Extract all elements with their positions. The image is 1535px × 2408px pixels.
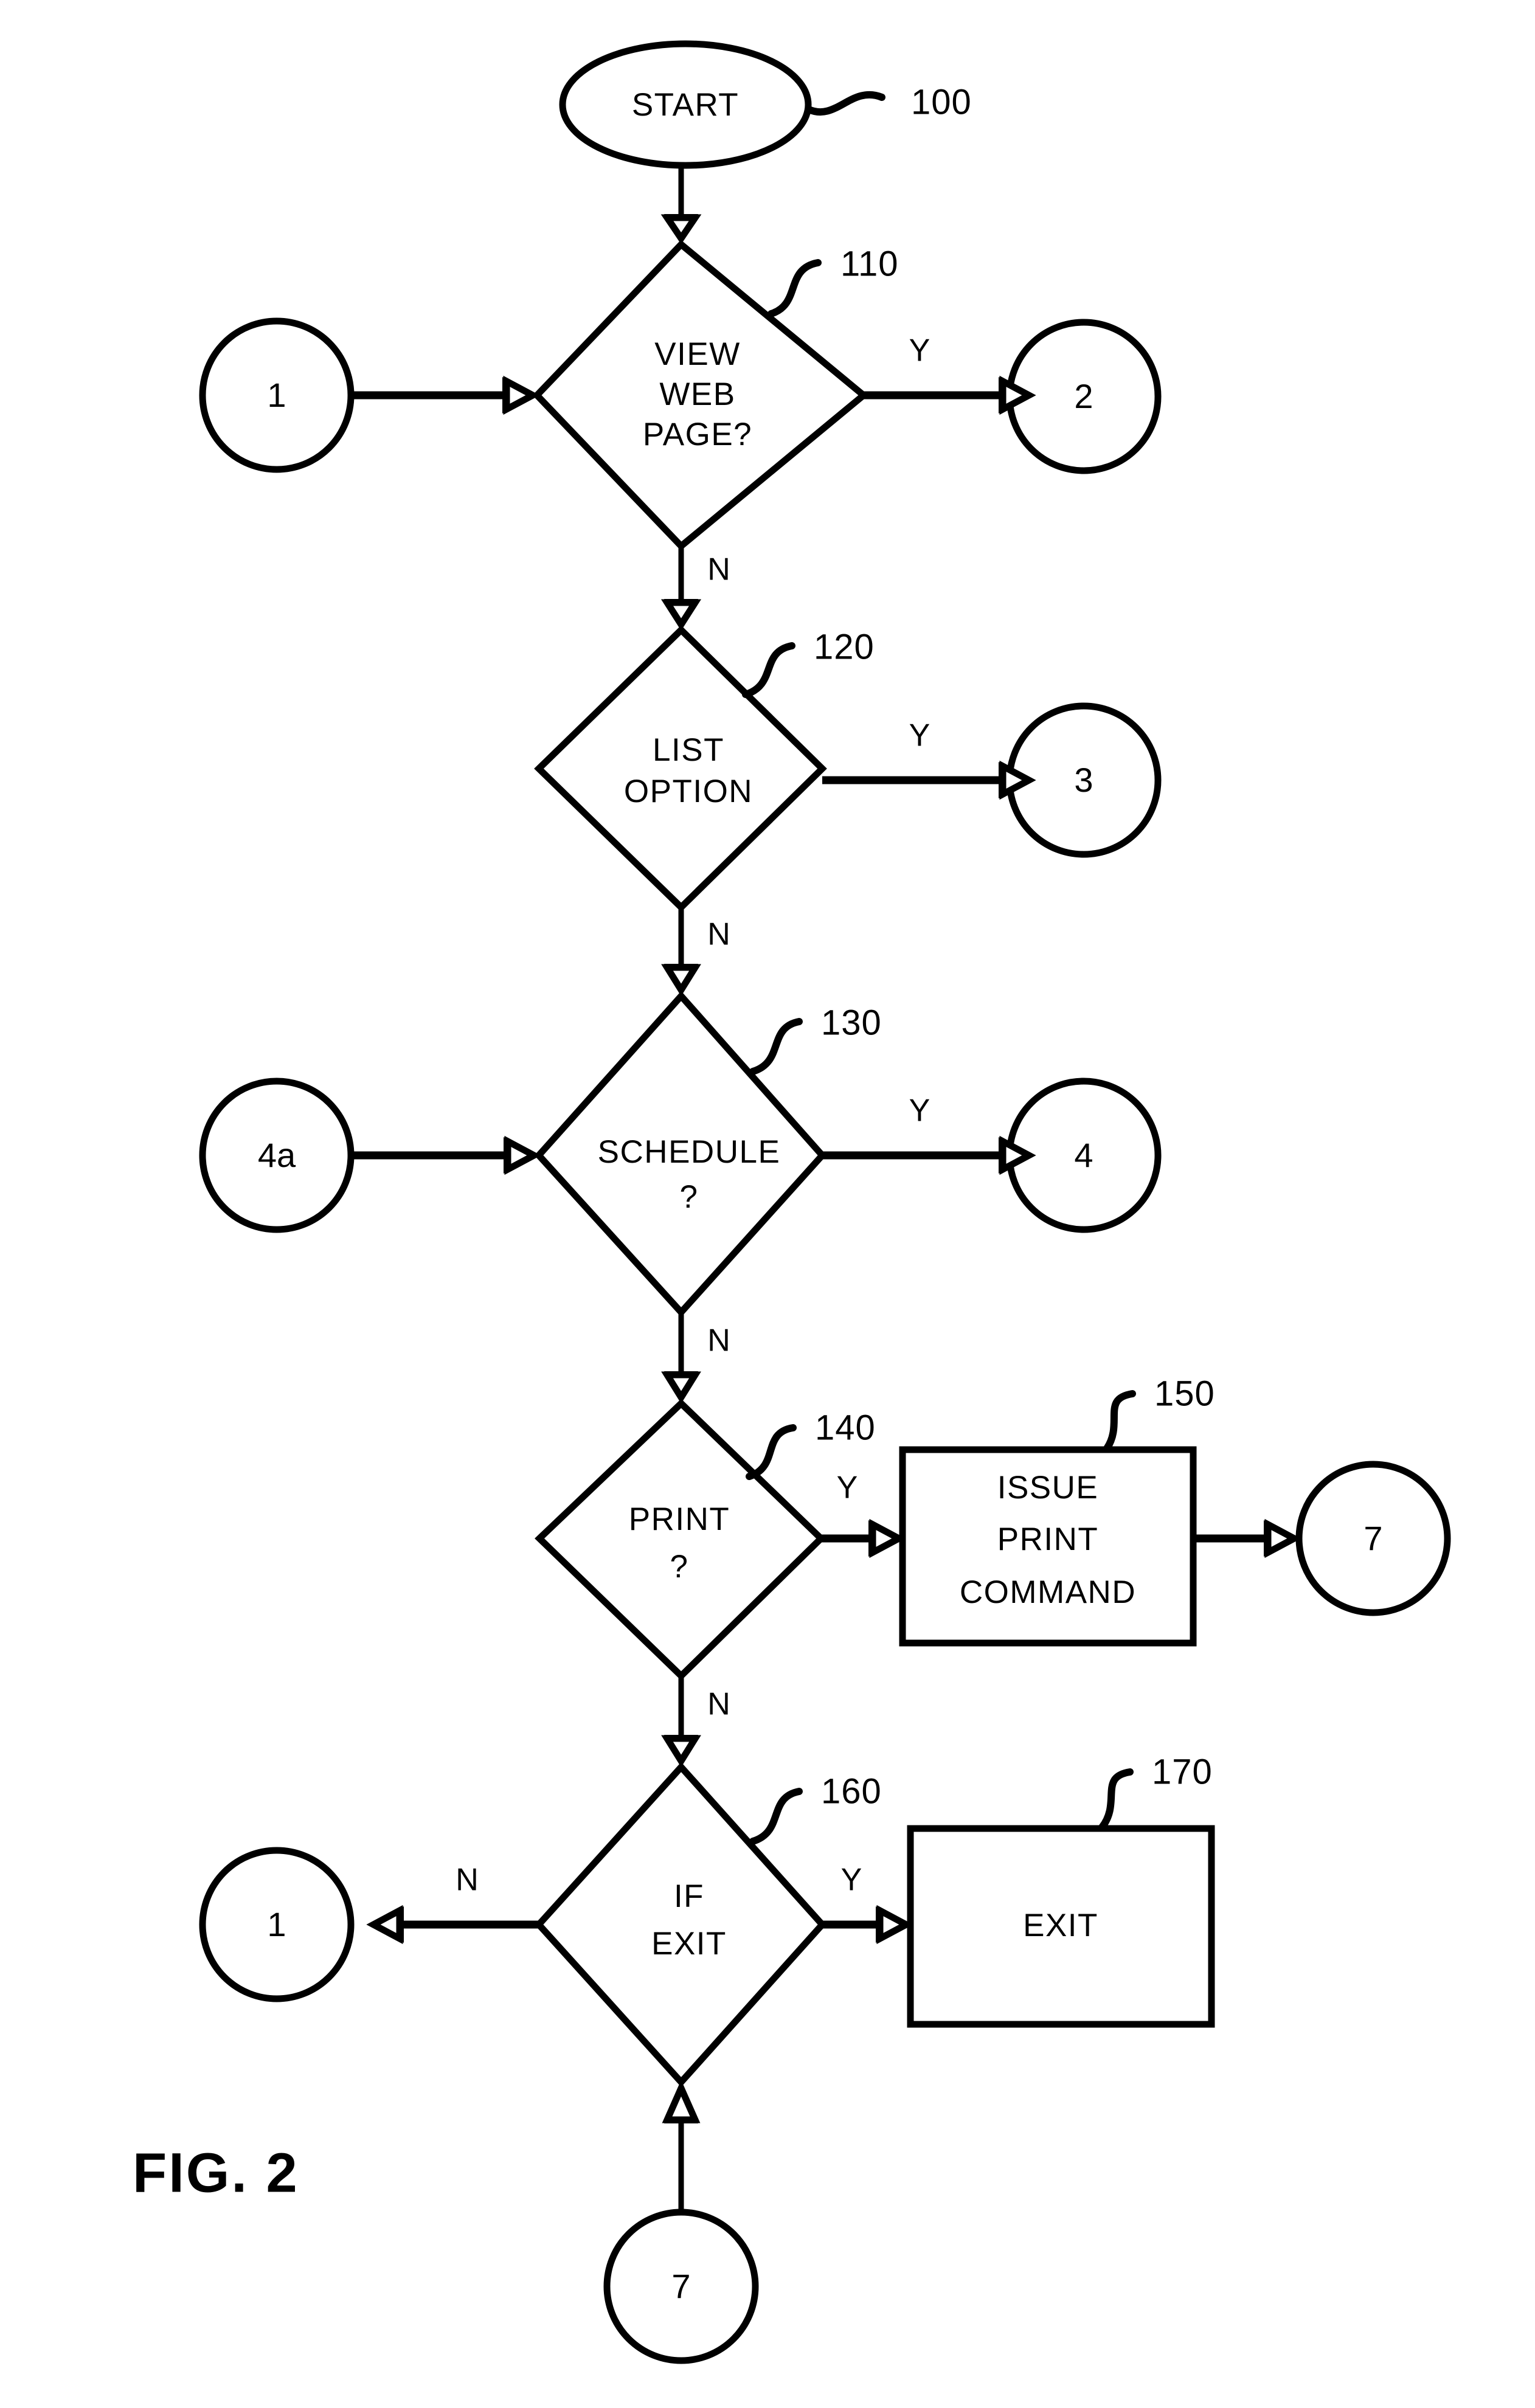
print-diamond <box>535 1399 826 1681</box>
edge-4a-to-schedule <box>352 1135 541 1175</box>
connector-in-4a: 4a <box>199 1078 355 1233</box>
connector-circle-1-top-label: 1 <box>267 376 286 414</box>
exit-label: EXIT <box>1023 1908 1098 1943</box>
ref-number-170: 170 <box>1152 1752 1213 1791</box>
arrowhead-inner <box>660 214 702 244</box>
edge-print-yes-to-issue: Y <box>821 1470 906 1559</box>
schedule-label-line2: ? <box>680 1179 699 1215</box>
arrowhead-inner <box>1264 1518 1301 1559</box>
node-exit: EXIT 170 <box>907 1752 1215 2028</box>
connector-in-1-top: 1 <box>199 317 355 473</box>
issue-print-command-label-line2: PRINT <box>997 1521 1099 1557</box>
node-list-option: LIST OPTION 120 <box>534 625 875 912</box>
print-label-line1: PRINT <box>629 1501 730 1537</box>
arrowhead-inner <box>999 1135 1036 1175</box>
issue-print-command-label-line1: ISSUE <box>997 1470 1099 1506</box>
ref-number-110: 110 <box>840 244 898 283</box>
node-view-web-page: VIEW WEB PAGE? 110 <box>532 240 898 551</box>
list-option-diamond <box>534 625 827 912</box>
connector-out-7-right: 7 <box>1295 1461 1451 1616</box>
edge-view-yes-to-2: Y <box>864 333 1036 415</box>
arrowhead-inner <box>504 1135 541 1175</box>
edge-7-to-ifexit <box>662 2080 701 2212</box>
leader-line-160 <box>749 1788 803 1845</box>
edge-start-to-view <box>660 165 702 244</box>
edge-print-no-to-ifexit: N <box>661 1676 730 1768</box>
connector-circle-7-bottom-label: 7 <box>671 2267 690 2305</box>
if-exit-label-line1: IF <box>674 1878 704 1914</box>
ref-number-120: 120 <box>814 627 875 666</box>
branch-label-ifexit-no: N <box>456 1863 479 1898</box>
connector-circle-1-bottom-label: 1 <box>267 1905 286 1943</box>
list-option-label-line2: OPTION <box>624 773 753 809</box>
edge-schedule-yes-to-4: Y <box>822 1093 1036 1175</box>
leader-line-110 <box>768 259 822 317</box>
edge-issue-to-7 <box>1193 1518 1301 1559</box>
connector-circle-4-label: 4 <box>1074 1136 1093 1174</box>
ref-number-130: 130 <box>821 1003 882 1042</box>
if-exit-label-line2: EXIT <box>651 1926 727 1962</box>
edge-view-no-to-list: N <box>660 546 730 631</box>
branch-label-ifexit-yes: Y <box>841 1863 862 1898</box>
branch-label-view-no: N <box>707 552 730 587</box>
edge-list-no-to-schedule: N <box>661 907 730 997</box>
branch-label-print-yes: Y <box>837 1470 858 1506</box>
patent-figure-page: START 100 VIEW WEB PAGE? 110 1 2 Y N LIS… <box>0 0 1535 2408</box>
schedule-label-line1: SCHEDULE <box>598 1134 781 1170</box>
branch-label-list-no: N <box>707 917 730 952</box>
arrowhead-inner <box>503 375 540 415</box>
arrowhead-inner <box>661 1735 701 1768</box>
leader-line-170 <box>1098 1768 1134 1831</box>
branch-label-schedule-no: N <box>707 1323 730 1358</box>
arrowhead-inner <box>366 1905 403 1945</box>
ref-number-150: 150 <box>1154 1374 1215 1413</box>
edge-1-to-view <box>352 375 540 415</box>
connector-circle-3-label: 3 <box>1074 761 1093 799</box>
branch-label-schedule-yes: Y <box>909 1093 930 1129</box>
ref-number-100: 100 <box>911 82 972 122</box>
print-label-line2: ? <box>670 1549 689 1585</box>
arrowhead-inner <box>999 375 1036 415</box>
leader-line-120 <box>742 642 795 698</box>
leader-line-140 <box>746 1424 797 1480</box>
start-label: START <box>632 87 739 123</box>
arrowhead-inner <box>661 1371 701 1404</box>
arrowhead-inner <box>869 1518 906 1559</box>
arrowhead-inner <box>999 760 1036 800</box>
edge-ifexit-yes-to-exit: Y <box>822 1863 913 1945</box>
arrowhead-inner <box>661 964 701 997</box>
issue-print-command-label-line3: COMMAND <box>960 1574 1136 1610</box>
connector-circle-2-label: 2 <box>1074 377 1093 415</box>
branch-label-view-yes: Y <box>909 333 930 368</box>
leader-line-100 <box>805 91 885 116</box>
connector-in-1-bottom: 1 <box>199 1847 355 2002</box>
view-web-page-label-line2: WEB <box>659 376 735 412</box>
arrowhead-inner <box>876 1905 913 1945</box>
edge-ifexit-no-to-1: N <box>366 1863 539 1945</box>
edge-list-yes-to-3: Y <box>822 718 1036 800</box>
list-option-label-line1: LIST <box>653 732 724 768</box>
ref-number-160: 160 <box>821 1771 882 1811</box>
flowchart-canvas: START 100 VIEW WEB PAGE? 110 1 2 Y N LIS… <box>133 40 1451 2364</box>
connector-circle-7-right-label: 7 <box>1363 1519 1382 1557</box>
branch-label-list-yes: Y <box>909 718 930 753</box>
ref-number-140: 140 <box>815 1408 876 1447</box>
node-issue-print-command: ISSUE PRINT COMMAND 150 <box>899 1374 1215 1647</box>
connector-circle-4a-label: 4a <box>258 1136 296 1174</box>
view-web-page-label-line1: VIEW <box>654 336 740 372</box>
arrowhead-inner <box>660 599 702 631</box>
leader-line-130 <box>749 1018 803 1075</box>
view-web-page-label-line3: PAGE? <box>643 417 752 452</box>
leader-line-150 <box>1103 1390 1136 1452</box>
arrowhead-inner <box>662 2080 701 2123</box>
edge-schedule-no-to-print: N <box>661 1312 730 1404</box>
figure-caption: FIG. 2 <box>133 2142 299 2204</box>
connector-in-7-bottom: 7 <box>603 2209 759 2364</box>
node-start: START 100 <box>559 40 972 169</box>
branch-label-print-no: N <box>707 1687 730 1722</box>
